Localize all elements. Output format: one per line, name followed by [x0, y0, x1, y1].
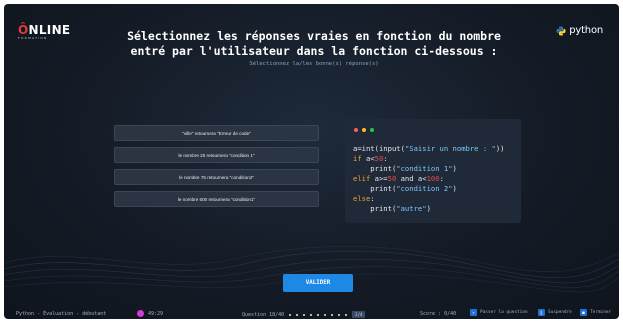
green-dot-icon — [370, 128, 374, 132]
python-brand: python — [556, 25, 603, 36]
progress-dot — [303, 313, 306, 316]
answers-list: "ville" retournera "Erreur de code" le n… — [114, 125, 319, 213]
progress-dot — [345, 313, 348, 316]
suspend-button[interactable]: ‖ Suspendre — [538, 309, 572, 316]
code-line-7: print("autre") — [353, 204, 431, 213]
fast-forward-icon: » — [470, 309, 477, 316]
code-line-5: print("condition 2") — [353, 184, 457, 193]
timer-value: 49:29 — [148, 310, 164, 317]
question-instruction: Sélectionnez la/les bonne(s) réponse(s) — [249, 61, 379, 67]
answer-option-2[interactable]: le nombre 25 retournera "condition 1" — [114, 147, 319, 163]
finish-label: Terminer — [590, 310, 612, 315]
course-name: Python - Évaluation - débutant — [16, 311, 107, 317]
progress-dot — [289, 313, 292, 316]
skip-question-button[interactable]: » Passer la question — [470, 309, 528, 316]
question-progress: Question 18/40 2/4 — [242, 311, 366, 318]
progress-dot — [338, 313, 341, 316]
logo-main-text: ÔNLINE — [18, 23, 70, 37]
progress-dot — [324, 313, 327, 316]
logo-o-letter: Ô — [18, 23, 29, 37]
status-footer: Python - Évaluation - débutant 49:29 Que… — [4, 309, 619, 319]
code-line-2: if a<50: — [353, 154, 388, 163]
answer-option-1[interactable]: "ville" retournera "Erreur de code" — [114, 125, 319, 141]
suspend-label: Suspendre — [548, 310, 572, 315]
answer-option-3[interactable]: le nombre 75 retournera "condition2" — [114, 169, 319, 185]
stop-icon: ■ — [580, 309, 587, 316]
code-block: a=int(input("Saisir un nombre : ")) if a<… — [345, 144, 521, 214]
yellow-dot-icon — [362, 128, 366, 132]
pause-icon: ‖ — [538, 309, 545, 316]
python-brand-text: python — [569, 25, 603, 36]
question-title: Sélectionnez les réponses vraies en fonc… — [127, 29, 501, 58]
progress-dots — [289, 313, 348, 316]
validate-button[interactable]: VALIDER — [283, 274, 353, 292]
score: Score : 0/40 — [420, 311, 457, 317]
question-counter: Question 18/40 — [242, 311, 285, 318]
progress-dot — [317, 313, 320, 316]
timer-dot-icon — [137, 310, 144, 317]
code-window: a=int(input("Saisir un nombre : ")) if a<… — [345, 119, 521, 223]
progress-dot — [310, 313, 313, 316]
skip-question-label: Passer la question — [480, 310, 528, 315]
code-line-4: elif a>=50 and a<100: — [353, 174, 444, 183]
logo-main-letters: NLINE — [28, 23, 71, 37]
progress-dot — [296, 313, 299, 316]
answer-option-4[interactable]: le nombre 500 retournera "condition1" — [114, 191, 319, 207]
finish-button[interactable]: ■ Terminer — [580, 309, 611, 316]
timer: 49:29 — [137, 310, 163, 317]
red-dot-icon — [354, 128, 358, 132]
quiz-screen: ÔNLINE FORMATION python Sélectionnez les… — [4, 4, 619, 319]
window-controls — [345, 128, 521, 132]
online-formation-logo: ÔNLINE FORMATION — [18, 23, 70, 40]
code-line-6: else: — [353, 194, 375, 203]
progress-badge: 2/4 — [352, 311, 366, 318]
progress-dot — [331, 313, 334, 316]
python-logo-icon — [556, 26, 566, 35]
code-line-1: a=int(input("Saisir un nombre : ")) — [353, 144, 505, 153]
code-line-3: print("condition 1") — [353, 164, 457, 173]
